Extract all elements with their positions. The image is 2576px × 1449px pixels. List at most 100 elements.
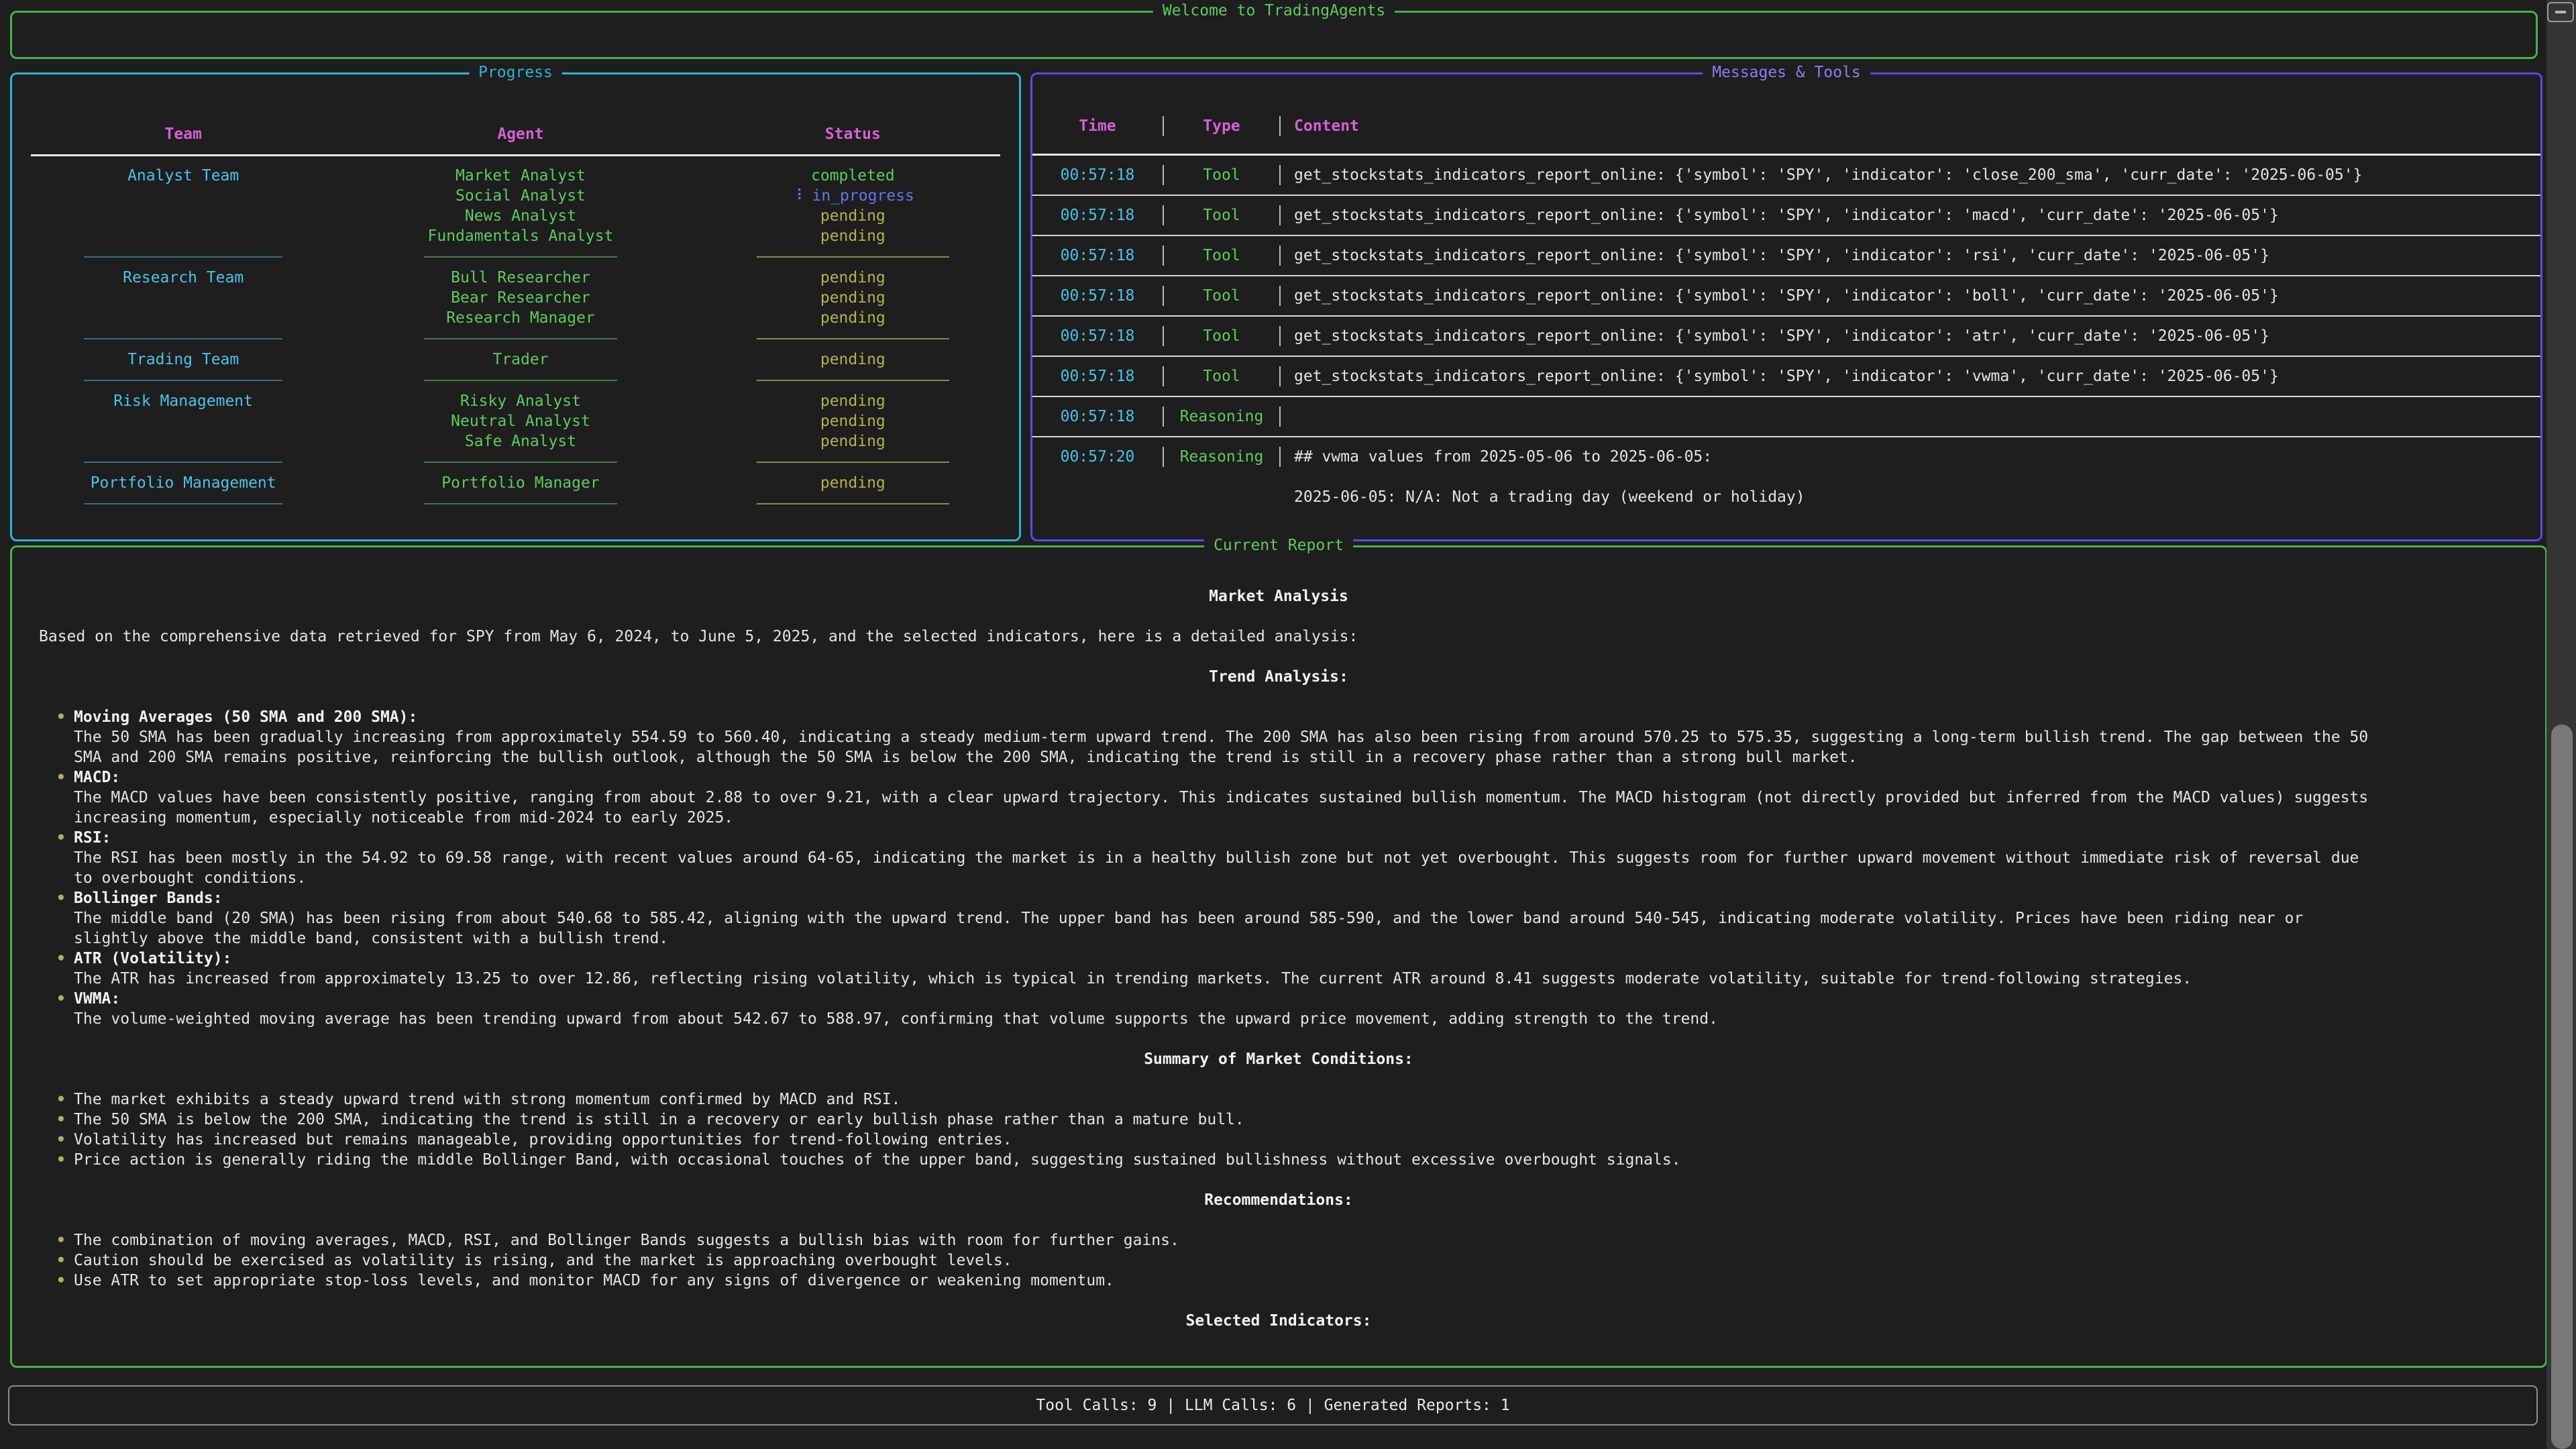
report-bullet-list: •The combination of moving averages, MAC…	[39, 1230, 2373, 1291]
messages-column-content: Content	[1281, 116, 2540, 136]
progress-separator-cell	[12, 493, 354, 515]
messages-column-type: Type	[1164, 116, 1281, 136]
progress-agent-name: Portfolio Manager	[354, 473, 686, 493]
progress-separator-cell	[687, 451, 1019, 473]
report-bullet: •The 50 SMA is below the 200 SMA, indica…	[39, 1110, 2373, 1130]
bullet-icon: •	[56, 1150, 66, 1170]
progress-status: pending	[687, 431, 1019, 451]
progress-rows: Analyst TeamMarket AnalystcompletedSocia…	[12, 166, 1019, 515]
scroll-top-button[interactable]	[2547, 2, 2574, 22]
report-section-heading: Selected Indicators:	[39, 1311, 2518, 1331]
bullet-icon: •	[56, 1250, 66, 1271]
progress-agent-name: Neutral Analyst	[354, 411, 686, 431]
bullet-label: RSI:	[74, 828, 2373, 848]
progress-header-separator	[31, 154, 1000, 156]
message-row: 00:57:18Reasoning	[1032, 397, 2540, 436]
message-row: 00:57:18Toolget_stockstats_indicators_re…	[1032, 357, 2540, 396]
message-type: Tool	[1164, 366, 1281, 386]
progress-column-agent: Agent	[354, 124, 686, 144]
separator-line	[424, 380, 616, 381]
bullet-icon: •	[56, 707, 66, 727]
progress-row: Safe Analystpending	[12, 431, 1019, 451]
report-section-heading: Trend Analysis:	[39, 667, 2518, 687]
message-type: Tool	[1164, 246, 1281, 266]
progress-team-name: Risk Management	[12, 391, 354, 411]
current-report-panel: Current Report Market Analysis Based on …	[10, 545, 2547, 1368]
bullet-icon: •	[56, 767, 66, 788]
bullet-icon: •	[56, 1110, 66, 1130]
message-type: Tool	[1164, 286, 1281, 306]
progress-section-separator	[12, 370, 1019, 391]
report-heading: Market Analysis	[39, 586, 2518, 606]
separator-line	[757, 338, 949, 339]
progress-separator-cell	[354, 370, 686, 391]
message-type: Tool	[1164, 165, 1281, 185]
message-content: get_stockstats_indicators_report_online:…	[1281, 326, 2540, 346]
progress-separator-cell	[12, 328, 354, 350]
progress-status: pending	[687, 226, 1019, 246]
terminal-screen: Welcome to TradingAgents Progress Team A…	[0, 0, 2576, 1449]
progress-agent-name: Market Analyst	[354, 166, 686, 186]
report-sections: Trend Analysis: • Moving Averages (50 SMA …	[39, 667, 2518, 1331]
bullet-icon: •	[56, 1089, 66, 1110]
progress-row: Trading TeamTraderpending	[12, 350, 1019, 370]
report-bullet: •Volatility has increased but remains ma…	[39, 1130, 2373, 1150]
message-row: 00:57:18Toolget_stockstats_indicators_re…	[1032, 156, 2540, 195]
message-content: get_stockstats_indicators_report_online:…	[1281, 165, 2540, 185]
message-content: get_stockstats_indicators_report_online:…	[1281, 246, 2540, 266]
separator-line	[84, 380, 282, 381]
bullet-text: Caution should be exercised as volatilit…	[74, 1250, 2373, 1271]
report-content: Market Analysis Based on the comprehensi…	[12, 547, 2545, 1331]
report-section-heading: Recommendations:	[39, 1190, 2518, 1210]
progress-team-name: Trading Team	[12, 350, 354, 370]
bullet-label: Moving Averages (50 SMA and 200 SMA):	[74, 707, 2373, 727]
bullet-text: Price action is generally riding the mid…	[74, 1150, 2373, 1170]
message-row: 00:57:18Toolget_stockstats_indicators_re…	[1032, 317, 2540, 356]
bullet-text: The market exhibits a steady upward tren…	[74, 1089, 2373, 1110]
message-time: 00:57:18	[1032, 165, 1164, 185]
report-panel-title: Current Report	[1204, 535, 1353, 555]
report-bullet: •VWMA:The volume-weighted moving average…	[39, 989, 2373, 1029]
report-bullet: • Moving Averages (50 SMA and 200 SMA):Th…	[39, 707, 2373, 767]
message-row: 00:57:18Toolget_stockstats_indicators_re…	[1032, 276, 2540, 315]
bullet-icon: •	[56, 888, 66, 908]
progress-row: Risk ManagementRisky Analystpending	[12, 391, 1019, 411]
bullet-icon: •	[56, 1271, 66, 1291]
message-time: 00:57:20	[1032, 447, 1164, 467]
report-section-heading: Summary of Market Conditions:	[39, 1049, 2518, 1069]
progress-agent-name: Social Analyst	[354, 186, 686, 206]
separator-line	[757, 256, 949, 258]
separator-line	[84, 338, 282, 339]
separator-line	[757, 462, 949, 463]
progress-agent-name: Research Manager	[354, 308, 686, 328]
progress-status: pending	[687, 308, 1019, 328]
report-bullet: •ATR (Volatility):The ATR has increased …	[39, 949, 2373, 989]
progress-agent-name: Bull Researcher	[354, 268, 686, 288]
bullet-icon: •	[56, 1130, 66, 1150]
progress-section-separator	[12, 451, 1019, 473]
message-time: 00:57:18	[1032, 326, 1164, 346]
separator-line	[84, 256, 282, 258]
progress-separator-cell	[12, 451, 354, 473]
bullet-text: The ATR has increased from approximately…	[74, 969, 2373, 989]
progress-row: Research Managerpending	[12, 308, 1019, 328]
report-bullet: • Price action is generally riding the mi…	[39, 1150, 2373, 1170]
report-bullet-list: •Moving Averages (50 SMA and 200 SMA):Th…	[39, 707, 2373, 1029]
progress-row: Neutral Analystpending	[12, 411, 1019, 431]
scrollbar-thumb[interactable]	[2551, 724, 2573, 1449]
progress-separator-cell	[12, 370, 354, 391]
messages-rows: 00:57:18Toolget_stockstats_indicators_re…	[1032, 156, 2540, 534]
progress-separator-cell	[687, 493, 1019, 515]
progress-team-name	[12, 288, 354, 308]
bullet-icon: •	[56, 989, 66, 1009]
progress-column-team: Team	[12, 124, 354, 144]
separator-line	[757, 503, 949, 504]
report-bullet: • The market exhibits a steady upward tre…	[39, 1089, 2373, 1110]
messages-panel-title: Messages & Tools	[1703, 62, 1870, 83]
bullet-label: MACD:	[74, 767, 2373, 788]
bullet-text: The 50 SMA has been gradually increasing…	[74, 727, 2373, 767]
welcome-title: Welcome to TradingAgents	[1153, 1, 1395, 21]
progress-separator-cell	[354, 451, 686, 473]
message-content: ## vwma values from 2025-05-06 to 2025-0…	[1281, 447, 2540, 507]
bullet-text: The RSI has been mostly in the 54.92 to …	[74, 848, 2373, 888]
